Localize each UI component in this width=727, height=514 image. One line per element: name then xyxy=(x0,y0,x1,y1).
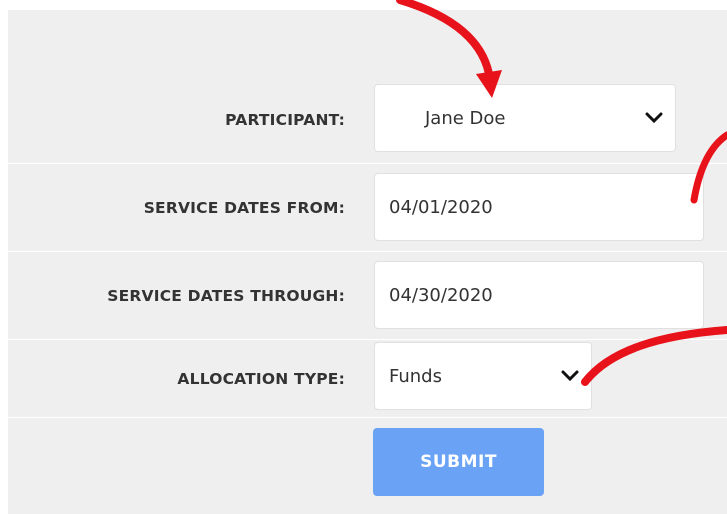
allocation-form: PARTICIPANT: Jane Doe SERVICE DATES FROM… xyxy=(8,10,727,514)
chevron-down-icon xyxy=(561,370,579,382)
service-through-input[interactable]: 04/30/2020 xyxy=(374,261,704,329)
service-from-label: SERVICE DATES FROM: xyxy=(143,198,345,217)
participant-row: PARTICIPANT: Jane Doe xyxy=(8,76,727,164)
chevron-down-icon xyxy=(645,112,663,124)
participant-label: PARTICIPANT: xyxy=(225,110,345,129)
service-from-input[interactable]: 04/01/2020 xyxy=(374,173,704,241)
service-through-label: SERVICE DATES THROUGH: xyxy=(107,286,345,305)
service-from-row: SERVICE DATES FROM: 04/01/2020 xyxy=(8,164,727,252)
submit-button[interactable]: SUBMIT xyxy=(373,428,544,496)
service-through-row: SERVICE DATES THROUGH: 04/30/2020 xyxy=(8,252,727,340)
participant-value: Jane Doe xyxy=(425,107,506,129)
allocation-type-label: ALLOCATION TYPE: xyxy=(177,369,345,388)
participant-select[interactable]: Jane Doe xyxy=(374,84,676,152)
service-from-value: 04/01/2020 xyxy=(389,196,493,218)
service-through-value: 04/30/2020 xyxy=(389,284,493,306)
allocation-type-row: ALLOCATION TYPE: Funds xyxy=(8,340,727,418)
allocation-type-select[interactable]: Funds xyxy=(374,342,592,410)
allocation-type-value: Funds xyxy=(389,365,442,387)
